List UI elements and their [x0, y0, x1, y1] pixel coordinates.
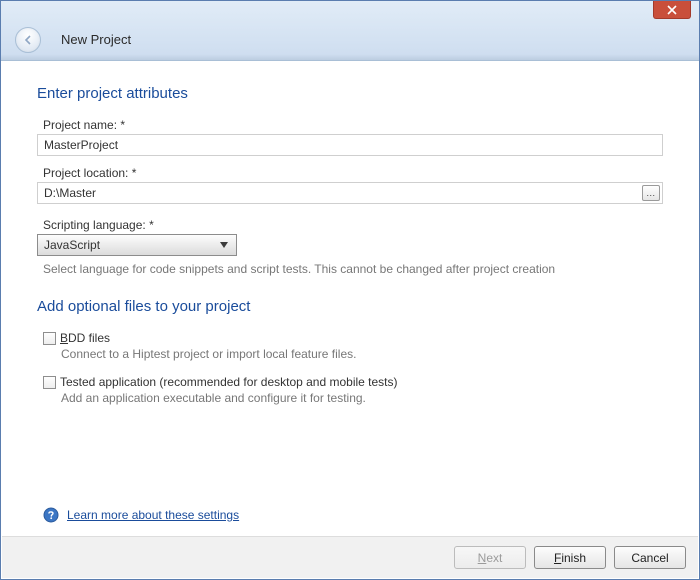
back-arrow-icon	[21, 33, 35, 47]
scripting-language-block: Scripting language: * JavaScript Select …	[37, 218, 663, 276]
project-name-label: Project name: *	[37, 118, 663, 132]
help-icon	[43, 507, 59, 523]
help-area: Learn more about these settings	[43, 507, 239, 523]
project-name-block: Project name: *	[37, 118, 663, 156]
bdd-files-desc: Connect to a Hiptest project or import l…	[37, 347, 663, 375]
optional-files-header: Add optional files to your project	[37, 298, 663, 315]
scripting-language-hint: Select language for code snippets and sc…	[37, 256, 663, 276]
bdd-files-row[interactable]: BDD files	[37, 331, 663, 345]
scripting-language-label: Scripting language: *	[37, 218, 663, 232]
ellipsis-icon: ...	[646, 188, 655, 198]
scripting-language-value: JavaScript	[44, 238, 100, 252]
tested-app-row[interactable]: Tested application (recommended for desk…	[37, 375, 663, 389]
close-button[interactable]	[653, 1, 691, 19]
tested-app-checkbox[interactable]	[43, 376, 56, 389]
content-area: Enter project attributes Project name: *…	[1, 61, 699, 423]
tested-app-label: Tested application (recommended for desk…	[60, 375, 398, 389]
titlebar: New Project	[1, 1, 699, 61]
bdd-files-checkbox[interactable]	[43, 332, 56, 345]
footer: Next Finish Cancel	[2, 536, 698, 578]
tested-app-desc: Add an application executable and config…	[37, 391, 663, 419]
cancel-button[interactable]: Cancel	[614, 546, 686, 569]
finish-button[interactable]: Finish	[534, 546, 606, 569]
back-button[interactable]	[15, 27, 41, 53]
dialog-title: New Project	[61, 32, 131, 47]
browse-button[interactable]: ...	[642, 185, 660, 201]
chevron-down-icon	[216, 237, 232, 253]
project-location-input[interactable]	[37, 182, 663, 204]
close-icon	[666, 4, 678, 16]
attributes-header: Enter project attributes	[37, 85, 663, 102]
bdd-files-label: BDD files	[60, 331, 110, 345]
project-name-input[interactable]	[37, 134, 663, 156]
next-button: Next	[454, 546, 526, 569]
project-location-block: Project location: * ...	[37, 166, 663, 204]
learn-more-link[interactable]: Learn more about these settings	[67, 508, 239, 522]
scripting-language-select[interactable]: JavaScript	[37, 234, 237, 256]
project-location-label: Project location: *	[37, 166, 663, 180]
